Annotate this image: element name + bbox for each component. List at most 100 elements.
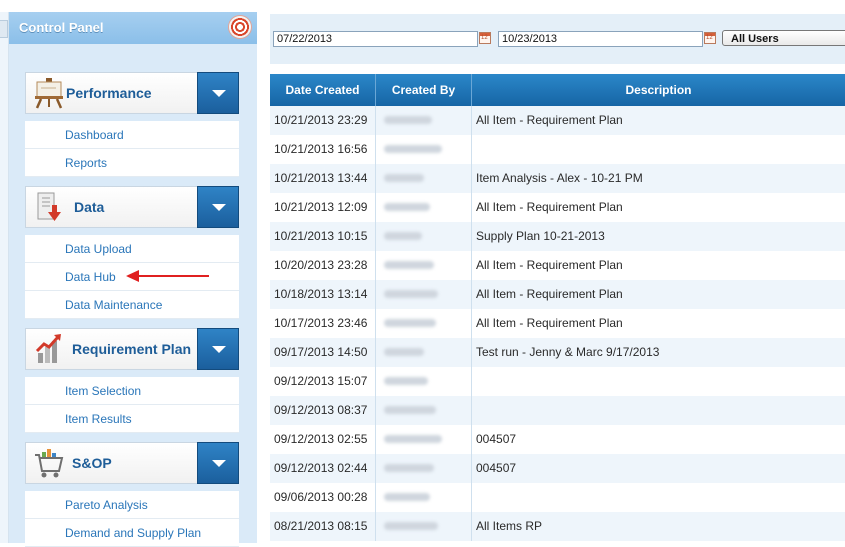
table-row[interactable]: 09/17/2013 14:50 Test run - Jenny & Marc …: [270, 338, 845, 367]
easel-icon: [35, 78, 63, 109]
cell-created-by: [376, 396, 472, 425]
cell-description: All Item - Requirement Plan: [476, 316, 623, 330]
cell-created-by: [376, 367, 472, 396]
redacted-username: [384, 261, 434, 269]
cell-description: All Item - Requirement Plan: [476, 200, 623, 214]
cell-date-created: 10/20/2013 23:28: [270, 251, 376, 280]
column-header-created-by[interactable]: Created By: [376, 74, 472, 106]
table-row[interactable]: 09/12/2013 02:44 004507: [270, 454, 845, 483]
expand-requirement-plan-button[interactable]: [197, 328, 239, 370]
cell-description: Test run - Jenny & Marc 9/17/2013: [476, 345, 660, 359]
column-header-description[interactable]: Description: [472, 74, 845, 106]
cell-description: [472, 483, 845, 512]
cell-date-created: 10/21/2013 13:44: [270, 164, 376, 193]
user-filter-select[interactable]: All Users: [722, 30, 845, 46]
cell-created-by: [376, 483, 472, 512]
redacted-username: [384, 522, 438, 530]
table-row[interactable]: 09/12/2013 15:07: [270, 367, 845, 396]
cell-description: All Item - Requirement Plan: [476, 113, 623, 127]
end-date-calendar-icon[interactable]: [704, 32, 716, 44]
cell-created-by: [376, 280, 472, 309]
cell-created-by: [376, 512, 472, 541]
cell-date-created: 09/12/2013 08:37: [270, 396, 376, 425]
cell-date-created: 09/17/2013 14:50: [270, 338, 376, 367]
table-row[interactable]: 10/18/2013 13:14 All Item - Requirement P…: [270, 280, 845, 309]
cell-date-created: 10/18/2013 13:14: [270, 280, 376, 309]
cell-created-by: [376, 309, 472, 338]
cell-description: [472, 396, 845, 425]
expand-performance-button[interactable]: [197, 72, 239, 114]
sidebar-item-item-results[interactable]: Item Results: [25, 405, 239, 433]
redacted-username: [384, 493, 430, 501]
cell-created-by: [376, 164, 472, 193]
sidebar-item-data-upload[interactable]: Data Upload: [25, 235, 239, 263]
cell-date-created: 10/17/2013 23:46: [270, 309, 376, 338]
redacted-username: [384, 377, 428, 385]
section-title-requirement-plan: Requirement Plan: [72, 341, 192, 357]
end-date-input[interactable]: 10/23/2013: [498, 31, 703, 47]
cell-description: [472, 367, 845, 396]
sidebar-item-dashboard[interactable]: Dashboard: [25, 121, 239, 149]
table-row[interactable]: 10/20/2013 23:28 All Item - Requirement P…: [270, 251, 845, 280]
sidebar-item-pareto-analysis[interactable]: Pareto Analysis: [25, 491, 239, 519]
cell-description: 004507: [476, 432, 517, 446]
table-row[interactable]: 10/21/2013 12:09 All Item - Requirement P…: [270, 193, 845, 222]
table-row[interactable]: 08/21/2013 08:15 All Items RP: [270, 512, 845, 541]
section-title-performance: Performance: [66, 85, 152, 101]
section-sop[interactable]: S&OP: [25, 442, 239, 484]
collapse-handle-icon[interactable]: [0, 20, 8, 38]
red-arrow-annotation-icon: [126, 270, 209, 282]
control-panel-header: Control Panel: [9, 12, 257, 44]
cell-description: [472, 135, 845, 164]
cell-date-created: 10/21/2013 12:09: [270, 193, 376, 222]
bar-chart-arrow-icon: [35, 334, 61, 363]
redacted-username: [384, 406, 436, 414]
cell-description: 004507: [476, 461, 517, 475]
redacted-username: [384, 174, 424, 182]
section-requirement-plan[interactable]: Requirement Plan: [25, 328, 239, 370]
table-row[interactable]: 10/17/2013 23:46 All Item - Requirement P…: [270, 309, 845, 338]
redacted-username: [384, 203, 430, 211]
redacted-username: [384, 348, 424, 356]
cell-date-created: 09/06/2013 00:28: [270, 483, 376, 512]
cell-description: All Item - Requirement Plan: [476, 258, 623, 272]
sidebar-item-data-maintenance[interactable]: Data Maintenance: [25, 291, 239, 319]
cell-date-created: 08/21/2013 08:15: [270, 512, 376, 541]
section-performance[interactable]: Performance: [25, 72, 239, 114]
table-row[interactable]: 10/21/2013 23:29 All Item - Requirement P…: [270, 106, 845, 135]
table-row[interactable]: 10/21/2013 10:15 Supply Plan 10-21-2013: [270, 222, 845, 251]
table-header: Date Created Created By Description: [270, 74, 845, 106]
cell-created-by: [376, 193, 472, 222]
sidebar-collapse-strip[interactable]: [0, 12, 9, 543]
cell-created-by: [376, 454, 472, 483]
column-header-date-created[interactable]: Date Created: [270, 74, 376, 106]
start-date-calendar-icon[interactable]: [479, 32, 491, 44]
start-date-input[interactable]: 07/22/2013: [273, 31, 478, 47]
expand-data-button[interactable]: [197, 186, 239, 228]
cell-created-by: [376, 222, 472, 251]
cell-created-by: [376, 251, 472, 280]
section-data[interactable]: Data: [25, 186, 239, 228]
shopping-cart-icon: [35, 449, 64, 478]
table-row[interactable]: 09/06/2013 00:28: [270, 483, 845, 512]
cell-date-created: 10/21/2013 23:29: [270, 106, 376, 135]
table-row[interactable]: 09/12/2013 02:55 004507: [270, 425, 845, 454]
swirl-logo-icon: [229, 16, 251, 38]
redacted-username: [384, 232, 422, 240]
table-row[interactable]: 10/21/2013 16:56: [270, 135, 845, 164]
cell-date-created: 10/21/2013 10:15: [270, 222, 376, 251]
sidebar-item-item-selection[interactable]: Item Selection: [25, 377, 239, 405]
cell-created-by: [376, 338, 472, 367]
cell-description: Item Analysis - Alex - 10-21 PM: [476, 171, 643, 185]
sidebar: Control Panel Performance Dashboard Repo…: [0, 0, 258, 547]
cell-description: All Items RP: [476, 519, 543, 533]
redacted-username: [384, 319, 436, 327]
control-panel-title: Control Panel: [19, 20, 104, 35]
section-title-data: Data: [74, 199, 105, 215]
expand-sop-button[interactable]: [197, 442, 239, 484]
redacted-username: [384, 464, 434, 472]
data-download-icon: [37, 192, 61, 221]
sidebar-item-reports[interactable]: Reports: [25, 149, 239, 177]
table-row[interactable]: 10/21/2013 13:44 Item Analysis - Alex - 1…: [270, 164, 845, 193]
table-row[interactable]: 09/12/2013 08:37: [270, 396, 845, 425]
